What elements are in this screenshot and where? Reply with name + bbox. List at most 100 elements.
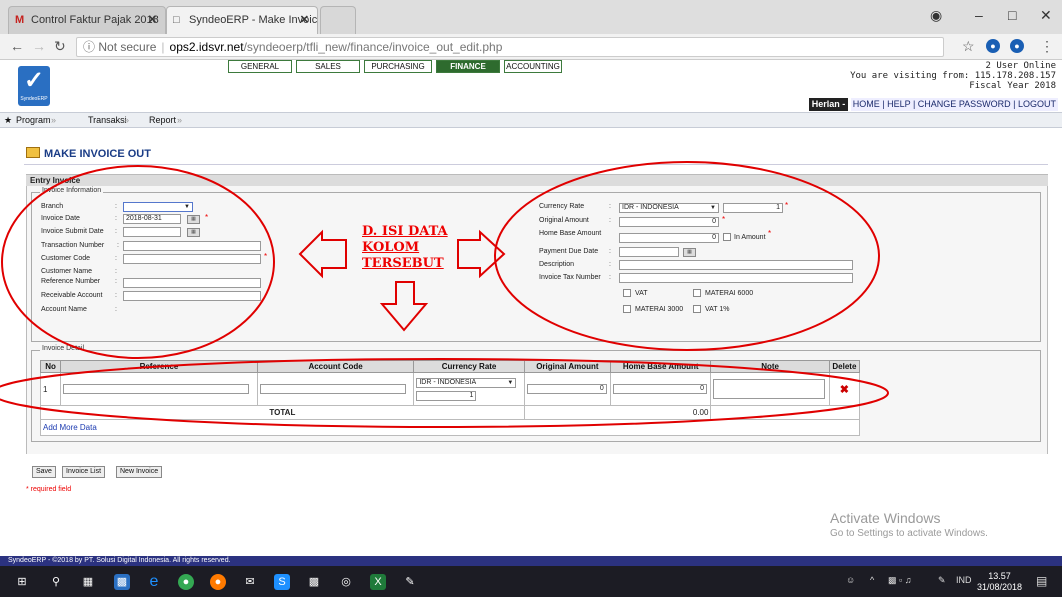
col-header: Account Code [256, 360, 415, 373]
invoice-tax-number-input[interactable] [619, 273, 853, 283]
save-button[interactable]: Save [32, 466, 56, 478]
currency-select[interactable]: IDR - INDONESIA [619, 203, 719, 213]
materai-6000-checkbox[interactable] [693, 289, 701, 297]
windows-start-icon[interactable]: ⊞ [14, 574, 30, 590]
app-icon[interactable]: ◎ [338, 574, 354, 590]
menu-kebab-icon[interactable]: ⋮ [1040, 38, 1054, 55]
chevron-down-icon: » [124, 115, 130, 125]
row-rate-input[interactable]: 1 [416, 390, 477, 401]
url-host: ops2.idsvr.net [169, 40, 244, 54]
materai-3000-checkbox[interactable] [623, 305, 631, 313]
payment-due-date-input[interactable] [619, 247, 679, 257]
fiscal-year: Fiscal Year 2018 [969, 81, 1056, 91]
invoice-tax-number-label: Invoice Tax Number [539, 274, 601, 281]
transaction-number-input[interactable] [123, 241, 261, 251]
reference-number-input[interactable] [123, 278, 261, 288]
original-amount-input[interactable]: 0 [619, 217, 719, 227]
tab-general[interactable]: GENERAL [228, 60, 292, 73]
search-icon[interactable]: ⚲ [48, 574, 64, 590]
vat-1-checkbox[interactable] [693, 305, 701, 313]
menu-report[interactable]: Report [149, 113, 176, 127]
home-base-amount-label: Home Base Amount [539, 230, 602, 237]
row-original-amount-input[interactable]: 0 [526, 384, 607, 394]
invoice-submit-date-input[interactable] [123, 227, 181, 237]
tray-icons[interactable]: ▩ ▫ ♫ [888, 575, 911, 586]
user-links[interactable]: HOME | HELP | CHANGE PASSWORD | LOGOUT [850, 98, 1058, 111]
browser-tab-gmail[interactable]: M Control Faktur Pajak 2018 ✕ [8, 6, 166, 34]
row-currency-select[interactable]: IDR - INDONESIA [416, 377, 517, 388]
url-input[interactable]: ⓘ Not secure | ops2.idsvr.net/syndeoerp/tf… [76, 37, 944, 57]
tab-purchasing[interactable]: PURCHASING [364, 60, 432, 73]
col-header: Currency Rate [413, 360, 525, 373]
close-window-icon[interactable]: ✕ [1040, 7, 1052, 24]
chrome-icon[interactable]: ● [178, 574, 194, 590]
invoice-detail-table: No Reference Account Code Currency Rate … [39, 360, 861, 436]
account-code-input[interactable] [259, 384, 406, 394]
invoice-date-input[interactable]: 2018-08-31 [123, 214, 181, 224]
minimize-icon[interactable]: – [975, 7, 983, 23]
branch-select[interactable] [123, 202, 193, 212]
menu-program[interactable]: Program [16, 113, 51, 127]
calendar-icon[interactable]: ▦ [187, 215, 200, 224]
add-more-data-link[interactable]: Add More Data [43, 423, 97, 432]
skype-icon[interactable]: S [274, 574, 290, 590]
calendar-icon[interactable]: ▦ [683, 248, 696, 257]
excel-icon[interactable]: X [370, 574, 386, 590]
back-icon[interactable]: ← [10, 38, 24, 54]
delete-icon[interactable]: ✖ [840, 384, 849, 396]
blackberry-icon[interactable]: ▩ [306, 574, 322, 590]
forward-icon[interactable]: → [32, 38, 46, 54]
activate-windows-watermark: Activate Windows Go to Settings to activ… [830, 510, 988, 539]
close-icon[interactable]: ✕ [300, 7, 309, 34]
invoice-list-button[interactable]: Invoice List [62, 466, 106, 478]
original-amount-label: Original Amount [539, 217, 589, 224]
file-explorer-icon[interactable]: ▩ [114, 574, 130, 590]
currency-rate-input[interactable]: 1 [723, 203, 783, 213]
reference-input[interactable] [63, 384, 250, 394]
new-tab-button[interactable] [320, 6, 356, 34]
annotation-line: KOLOM [362, 240, 420, 255]
syndeo-logo[interactable]: ✓ SyndeoERP [18, 66, 50, 106]
mail-icon[interactable]: ✉ [242, 574, 258, 590]
menu-transaksi[interactable]: Transaksi [88, 113, 127, 127]
tab-finance[interactable]: FINANCE [436, 60, 500, 73]
extension-icon[interactable]: ● [1010, 39, 1024, 53]
windows-taskbar: ⊞ ⚲ ▦ ▩ e ● ● ✉ S ▩ ◎ X ✎ ☺ ^ ▩ ▫ ♫ ✎ IN… [0, 566, 1062, 597]
close-icon[interactable]: ✕ [148, 7, 157, 34]
edge-icon[interactable]: e [146, 574, 162, 590]
browser-tab-syndeo[interactable]: □ SyndeoERP - Make Invoic ✕ [166, 6, 318, 34]
profile-icon[interactable]: ◉ [930, 7, 942, 24]
firefox-icon[interactable]: ● [210, 574, 226, 590]
required-marker: * [205, 213, 209, 222]
new-invoice-button[interactable]: New Invoice [116, 466, 163, 478]
row-note-textarea[interactable] [713, 379, 826, 399]
clock[interactable]: 13.57 31/08/2018 [977, 571, 1022, 593]
pen-icon[interactable]: ✎ [938, 575, 946, 586]
extension-icon[interactable]: ● [986, 39, 1000, 53]
task-view-icon[interactable]: ▦ [80, 574, 96, 590]
total-value: 0.00 [523, 405, 712, 420]
reload-icon[interactable]: ↻ [54, 38, 66, 55]
in-amount-checkbox[interactable] [723, 233, 731, 241]
materai-6000-label: MATERAI 6000 [705, 290, 754, 297]
people-icon[interactable]: ☺ [846, 575, 855, 585]
calendar-icon[interactable]: ▦ [187, 228, 200, 237]
vat-checkbox[interactable] [623, 289, 631, 297]
chevron-up-icon[interactable]: ^ [870, 575, 874, 585]
description-input[interactable] [619, 260, 853, 270]
customer-name-label: Customer Name [41, 268, 92, 275]
tab-accounting[interactable]: ACCOUNTING [504, 60, 562, 73]
receivable-account-input[interactable] [123, 291, 261, 301]
row-home-base-input[interactable]: 0 [613, 384, 708, 394]
tab-sales[interactable]: SALES [296, 60, 360, 73]
total-label: TOTAL [40, 405, 525, 420]
customer-code-input[interactable] [123, 254, 261, 264]
notification-icon[interactable]: ▤ [1036, 574, 1047, 588]
language-indicator[interactable]: IND [956, 575, 972, 585]
bookmark-star-icon[interactable]: ☆ [962, 38, 975, 55]
home-base-amount-input[interactable]: 0 [619, 233, 719, 243]
paint-icon[interactable]: ✎ [402, 574, 418, 590]
maximize-icon[interactable]: □ [1008, 7, 1016, 23]
required-field-note: * required field [26, 486, 72, 493]
col-header: Reference [60, 360, 258, 373]
